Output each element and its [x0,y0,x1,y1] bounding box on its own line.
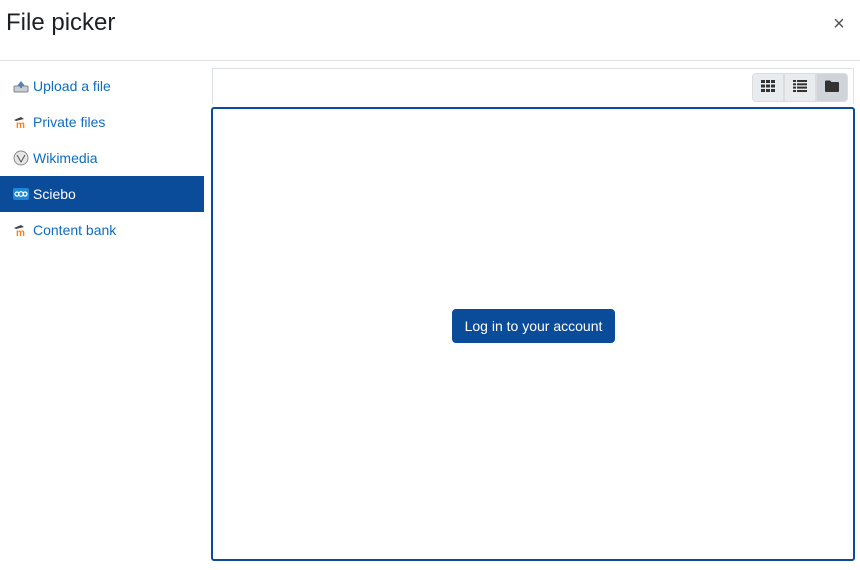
dialog-header: File picker × [0,0,860,61]
list-view-button[interactable] [784,73,816,102]
sidebar-item-content-bank[interactable]: m Content bank [0,212,204,248]
sidebar-item-sciebo[interactable]: Sciebo [0,176,204,212]
svg-text:m: m [16,228,25,236]
sidebar-item-label: Upload a file [33,78,111,94]
wikimedia-icon [12,150,30,166]
sidebar-item-private-files[interactable]: m Private files [0,104,204,140]
upload-icon [12,78,30,94]
close-icon: × [833,13,845,35]
view-toggle-group [752,73,848,103]
sidebar-item-wikimedia[interactable]: Wikimedia [0,140,204,176]
sidebar-item-upload[interactable]: Upload a file [0,68,204,104]
moodle-icon: m [12,114,30,130]
sidebar-item-label: Content bank [33,222,117,238]
svg-text:m: m [16,120,25,128]
sidebar-item-label: Private files [33,114,106,130]
grid-view-button[interactable] [752,73,784,102]
close-button[interactable]: × [828,12,850,36]
grid-view-icon [761,79,775,97]
repository-sidebar: Upload a file m Private files Wikimedia [0,68,204,248]
sciebo-icon [12,186,30,202]
file-picker-content: Log in to your account [211,107,855,561]
folder-view-button[interactable] [816,73,848,102]
file-picker-toolbar [212,68,854,104]
sidebar-item-label: Sciebo [33,186,76,202]
list-view-icon [793,79,807,97]
sidebar-item-label: Wikimedia [33,150,98,166]
dialog-title: File picker [6,9,116,36]
moodle-icon: m [12,222,30,238]
login-button[interactable]: Log in to your account [452,309,615,343]
folder-view-icon [825,79,839,97]
